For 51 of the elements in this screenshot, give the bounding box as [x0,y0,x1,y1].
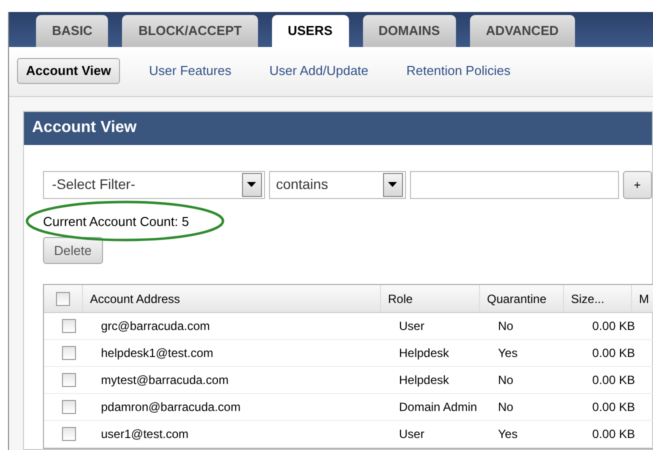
subnav-link[interactable]: User Add/Update [260,58,378,84]
table-cell-text: 0.00 KB [592,399,635,416]
add-button[interactable]: + [622,170,652,198]
dropdown-arrow-button[interactable] [382,172,403,196]
table-cell-text: 0.00 KB [592,372,635,389]
checkbox[interactable] [56,292,70,306]
column-header[interactable]: Size... [564,285,632,312]
subnav-link[interactable]: Retention Policies [397,58,520,84]
table-cell-text: No [498,372,514,389]
table-cell-text: 0.00 KB [592,318,635,335]
dropdown-arrow-button[interactable] [242,172,262,196]
column-header[interactable]: M [632,285,653,312]
panel-title: Account View [24,112,652,144]
table-cell-text: No [498,399,514,416]
subnav-link[interactable]: User Features [140,58,240,84]
tab[interactable]: BASIC [36,14,108,47]
table-cell-text: grc@barracuda.com [101,318,210,335]
tab[interactable]: DOMAINS [362,14,456,47]
tab[interactable]: ADVANCED [470,14,575,47]
tab[interactable]: USERS [272,14,349,47]
checkbox[interactable] [62,346,76,360]
checkbox[interactable] [62,400,76,414]
table-cell-text: Yes [498,426,518,443]
account-count: Current Account Count: 5 [43,212,190,230]
table-cell-text: User [399,426,424,443]
tab[interactable]: BLOCK/ACCEPT [122,14,258,47]
checkbox[interactable] [62,427,76,441]
table-cell-text: mytest@barracuda.com [101,372,229,389]
caret-icon [247,182,256,187]
table-cell-text: Domain Admin [399,399,478,416]
column-header[interactable]: Quarantine [480,285,564,312]
table-cell-text: User [399,318,424,335]
table-cell-text: Helpdesk [399,345,450,362]
operator-select[interactable]: contains [268,170,406,198]
table-cell-text: 0.00 KB [592,345,635,362]
checkbox[interactable] [62,319,76,333]
delete-button[interactable]: Delete [43,237,103,264]
filter-select[interactable]: -Select Filter- [43,170,265,198]
caret-icon [388,182,398,187]
checkbox[interactable] [62,373,76,387]
table-cell-text: pdamron@barracuda.com [101,399,241,416]
table-cell-text: helpdesk1@test.com [101,345,214,362]
table-cell-text: Helpdesk [399,372,450,389]
column-header[interactable]: Role [381,285,480,312]
table-cell-text: 0.00 KB [592,426,635,443]
subnav-link[interactable]: Account View [17,58,120,84]
table-cell-text: user1@test.com [101,426,189,443]
table-cell-text: Yes [498,345,518,362]
table-cell-text: No [498,318,514,335]
filter-input[interactable] [410,170,619,198]
column-header[interactable]: Account Address [83,285,381,312]
